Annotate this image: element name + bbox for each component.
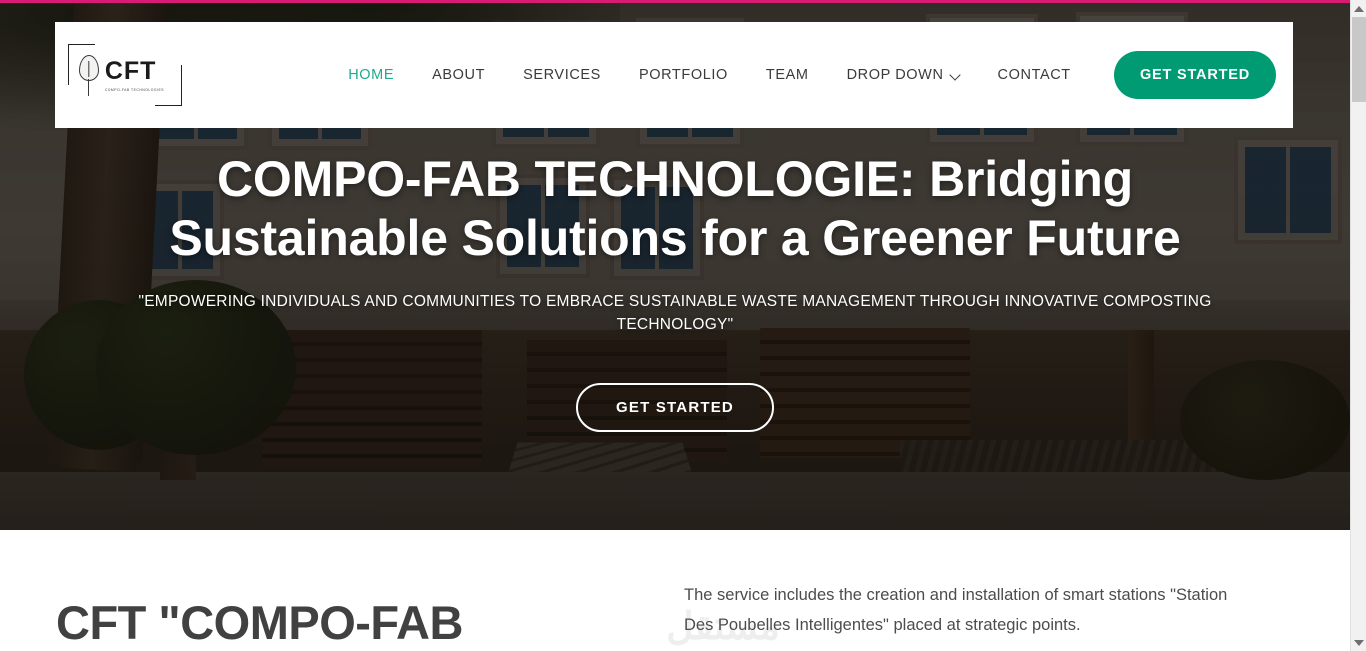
nav-item-portfolio[interactable]: PORTFOLIO <box>639 67 728 83</box>
about-text-column: مستقل mostaql.com The service includes t… <box>600 580 1350 651</box>
scroll-up-arrow-icon[interactable] <box>1351 0 1366 17</box>
logo-subtitle: COMPO-FAB TECHNOLOGIES <box>104 87 164 92</box>
chevron-down-icon <box>951 71 960 80</box>
site-header: CFT COMPO-FAB TECHNOLOGIES HOME ABOUT SE… <box>55 22 1293 128</box>
hero-content: COMPO-FAB TECHNOLOGIE: Bridging Sustaina… <box>0 150 1350 432</box>
nav-item-services[interactable]: SERVICES <box>523 67 601 83</box>
nav-item-label: DROP DOWN <box>846 67 944 83</box>
scroll-down-arrow-icon[interactable] <box>1351 634 1366 651</box>
nav-item-label: PORTFOLIO <box>638 67 728 83</box>
hero-get-started-button[interactable]: GET STARTED <box>576 382 774 432</box>
nav-item-label: SERVICES <box>523 67 601 83</box>
logo-initials: CFT <box>104 56 157 85</box>
logo[interactable]: CFT COMPO-FAB TECHNOLOGIES <box>55 44 305 106</box>
nav-item-drop-down[interactable]: DROP DOWN <box>847 67 960 83</box>
hero-title: COMPO-FAB TECHNOLOGIE: Bridging Sustaina… <box>169 151 1181 266</box>
nav-item-label: HOME <box>348 67 395 83</box>
header-get-started-button[interactable]: GET STARTED <box>1113 51 1276 99</box>
main-navigation: HOME ABOUT SERVICES PORTFOLIO TEAM DROP … <box>305 67 1114 83</box>
logo-text: CFT COMPO-FAB TECHNOLOGIES <box>104 56 164 92</box>
nav-item-about[interactable]: ABOUT <box>432 67 485 83</box>
scrollbar-thumb[interactable] <box>1352 17 1366 102</box>
page-root: COMPO-FAB TECHNOLOGIE: Bridging Sustaina… <box>0 0 1366 651</box>
vertical-scrollbar[interactable] <box>1350 0 1366 651</box>
leaf-icon <box>77 53 99 97</box>
section-heading: CFT "COMPO-FAB <box>56 596 463 650</box>
nav-item-team[interactable]: TEAM <box>766 67 809 83</box>
nav-item-label: CONTACT <box>997 67 1071 83</box>
hero-subtitle: "EMPOWERING INDIVIDUALS AND COMMUNITIES … <box>138 293 1212 334</box>
logo-frame: CFT COMPO-FAB TECHNOLOGIES <box>68 44 182 106</box>
section-paragraph: The service includes the creation and in… <box>684 585 1228 635</box>
about-section: CFT "COMPO-FAB مستقل mostaql.com The ser… <box>0 530 1350 651</box>
top-accent-strip <box>0 0 1350 3</box>
about-heading-column: CFT "COMPO-FAB <box>0 597 600 651</box>
nav-item-contact[interactable]: CONTACT <box>998 67 1071 83</box>
nav-item-label: TEAM <box>765 67 809 83</box>
nav-item-label: ABOUT <box>432 67 486 83</box>
nav-item-home[interactable]: HOME <box>348 67 394 83</box>
